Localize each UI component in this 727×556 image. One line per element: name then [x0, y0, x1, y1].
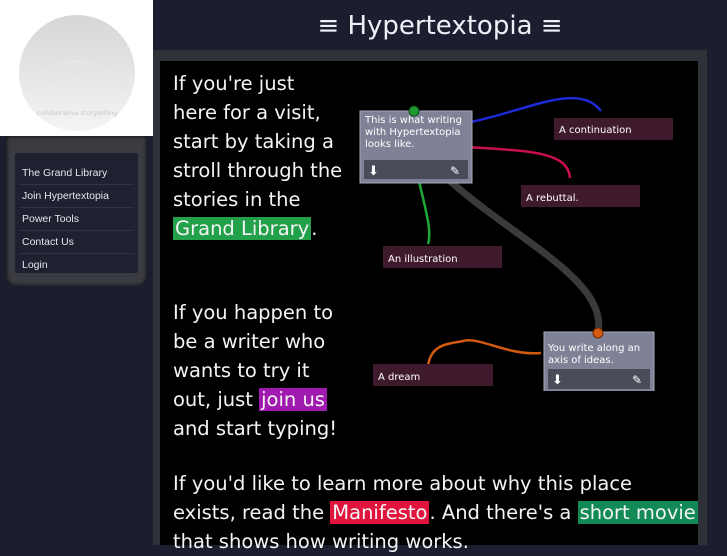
intro-paragraph-writer: If you happen to be a writer who wants t… [173, 298, 343, 443]
nav-item-grand-library[interactable]: The Grand Library [19, 162, 134, 185]
intro-text: that shows how writing works. [173, 530, 469, 553]
node-dot-orange [592, 327, 604, 339]
short-movie-link[interactable]: short movie [577, 501, 698, 524]
node-dream[interactable]: A dream [373, 364, 493, 386]
intro-text: If you're just here for a visit, start b… [173, 72, 343, 211]
card2-line: You write along an [547, 343, 640, 354]
nav-item-contact[interactable]: Contact Us [19, 231, 134, 254]
logo-subtitle: collaborative storytelling [37, 109, 118, 117]
page-title: ≡ Hypertextopia ≡ [317, 11, 563, 41]
nav-item-power-tools[interactable]: Power Tools [19, 208, 134, 231]
site-logo[interactable]: collaborative storytelling [0, 0, 153, 136]
grand-library-link[interactable]: Grand Library [173, 217, 312, 240]
link-line-dream [426, 338, 542, 367]
card1-line: with Hypertextopia [365, 127, 461, 138]
node-rebuttal[interactable]: A rebuttal. [521, 185, 640, 207]
writing-diagram: This is what writing with Hypertextopia … [359, 96, 673, 391]
content-panel: If you're just here for a visit, start b… [160, 61, 698, 553]
card-writing-example[interactable]: This is what writing with Hypertextopia … [359, 110, 473, 184]
node-label: A continuation [559, 125, 632, 136]
logo-globe-icon: collaborative storytelling [19, 15, 135, 131]
card2-line: axis of ideas. [548, 355, 614, 366]
join-us-link[interactable]: join us [259, 388, 327, 411]
arrow-down-icon: ⬇ [368, 164, 379, 179]
node-dot-green [408, 105, 420, 117]
node-illustration[interactable]: An illustration [383, 246, 502, 268]
manifesto-link[interactable]: Manifesto [330, 501, 430, 524]
pencil-icon: ✎ [450, 164, 460, 178]
link-line-rebuttal [465, 145, 572, 179]
card1-line: looks like. [365, 139, 415, 150]
main-content: If you're just here for a visit, start b… [153, 50, 707, 553]
link-line-illustration [416, 176, 431, 245]
arrow-down-icon: ⬇ [552, 373, 563, 388]
card-axis-of-ideas[interactable]: You write along an axis of ideas. ⬇ ✎ [543, 331, 655, 391]
node-label: A rebuttal. [526, 193, 579, 204]
intro-text: . [311, 217, 318, 240]
pencil-icon: ✎ [632, 373, 642, 387]
sidebar: The Grand Library Join Hypertextopia Pow… [6, 136, 147, 286]
nav-item-login[interactable]: Login [19, 254, 134, 277]
node-label: A dream [378, 372, 420, 383]
card1-line: This is what writing [364, 115, 462, 126]
intro-text: . And there's a [429, 501, 578, 524]
intro-paragraph-visit: If you're just here for a visit, start b… [173, 69, 343, 243]
nav-item-join[interactable]: Join Hypertextopia [19, 185, 134, 208]
intro-paragraph-learn: If you'd like to learn more about why th… [173, 469, 698, 556]
intro-text: and start typing! [173, 417, 338, 440]
sidebar-nav: The Grand Library Join Hypertextopia Pow… [15, 153, 138, 277]
node-continuation[interactable]: A continuation [554, 118, 673, 140]
node-label: An illustration [388, 254, 458, 265]
